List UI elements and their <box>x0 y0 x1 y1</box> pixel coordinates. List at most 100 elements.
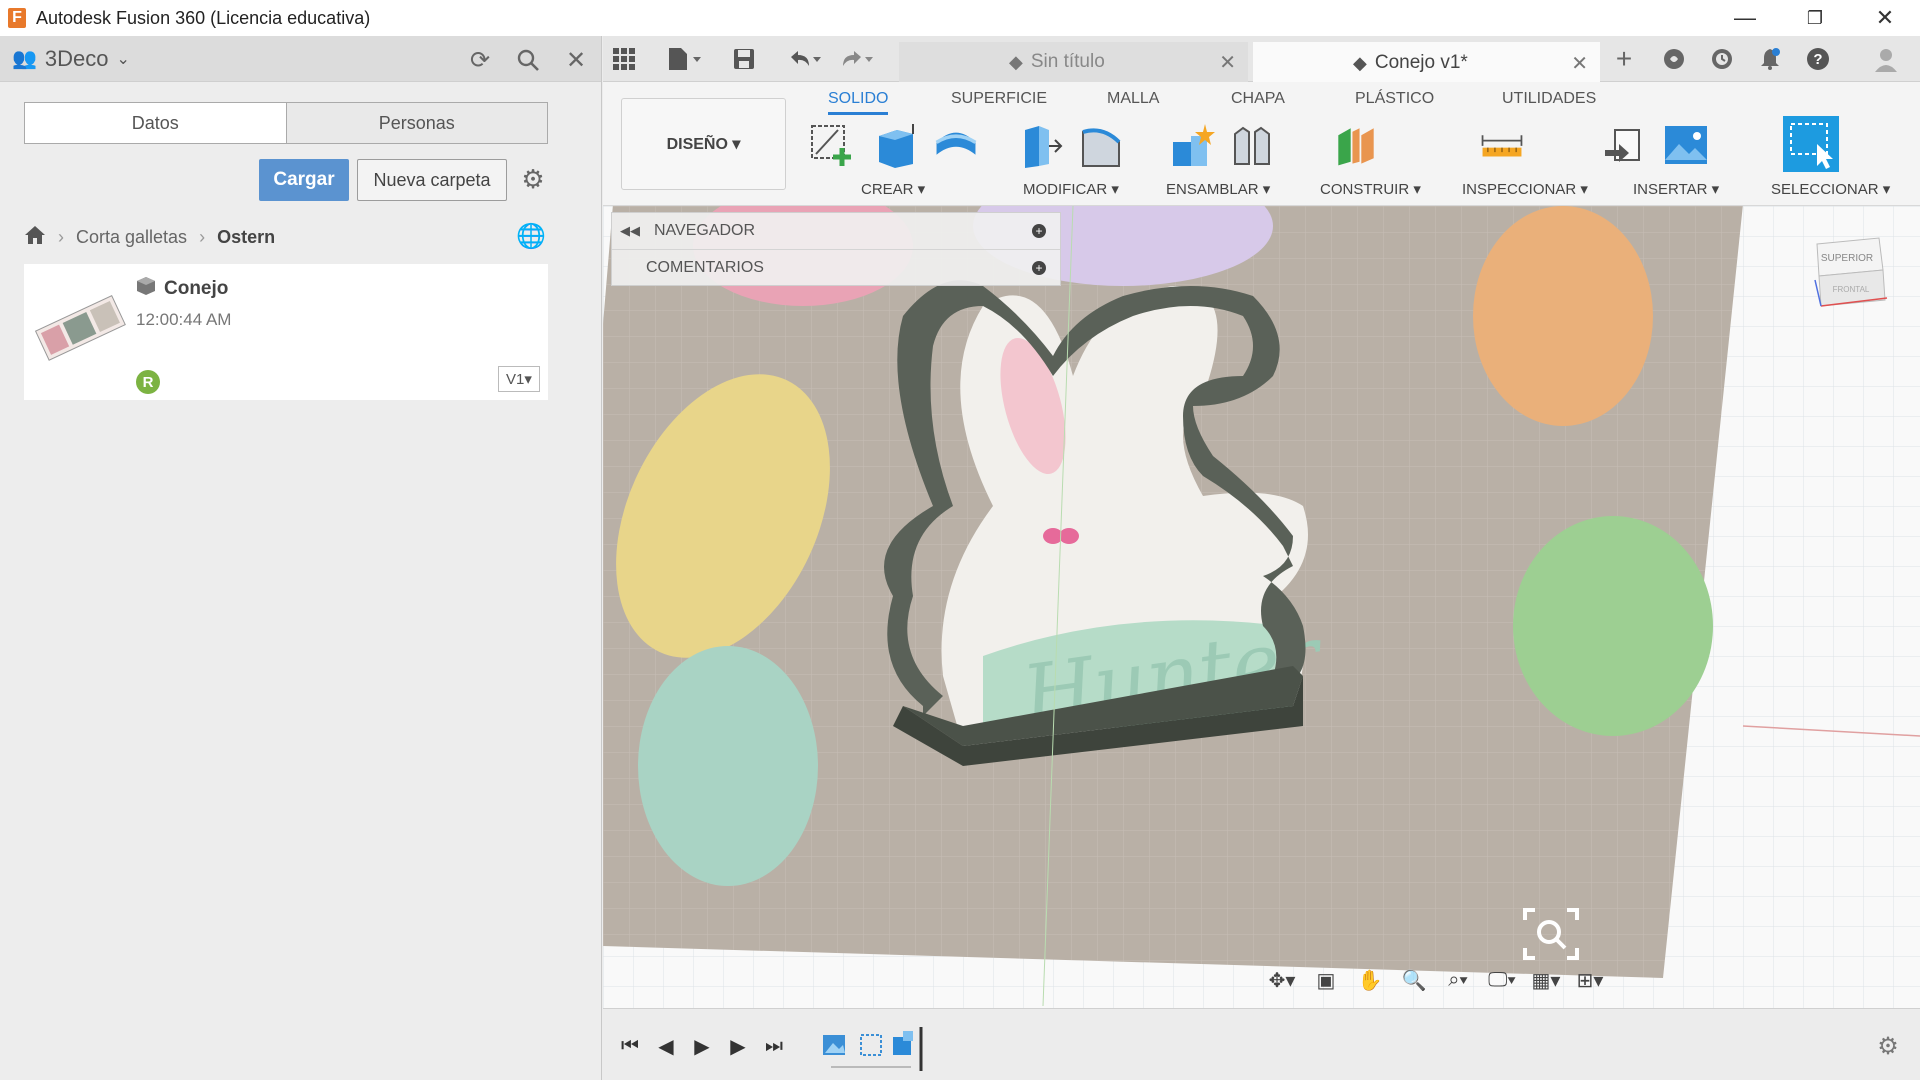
file-menu-icon[interactable] <box>663 44 707 74</box>
new-tab-icon[interactable]: + <box>1609 43 1639 74</box>
tab-utilidades[interactable]: UTILIDADES <box>1502 90 1596 108</box>
gear-icon[interactable]: ⚙ <box>1873 1031 1903 1061</box>
tab-datos[interactable]: Datos <box>25 103 286 143</box>
press-pull-icon[interactable] <box>1019 120 1065 170</box>
tab-label: Sin título <box>1030 51 1105 72</box>
new-component-icon[interactable] <box>1169 120 1215 170</box>
job-status-icon[interactable] <box>1707 44 1737 74</box>
grid-settings-icon[interactable]: ▦▾ <box>1527 965 1565 995</box>
close-tab-icon[interactable]: ✕ <box>1571 51 1588 76</box>
insert-derive-icon[interactable] <box>1603 120 1649 170</box>
tab-chapa[interactable]: CHAPA <box>1231 90 1285 108</box>
tab-conejo-v1[interactable]: ◆ Conejo v1* ✕ <box>1253 42 1600 82</box>
3d-viewport[interactable]: Hunter ◀◀ NAVEGADOR + COMENTARIOS + SUPE… <box>603 206 1920 1008</box>
gear-icon[interactable]: ⚙ <box>516 162 550 196</box>
canvas-image-icon[interactable] <box>1663 120 1709 170</box>
document-bar: ◆ Sin título ✕ ◆ Conejo v1* ✕ + ? <box>603 36 1920 82</box>
data-panel: 👥 3Deco ⌄ ⟳ ✕ Datos Personas Cargar Nuev… <box>0 36 602 1080</box>
breadcrumb-item-ostern[interactable]: Ostern <box>217 227 275 248</box>
canvas-scene: Hunter <box>603 206 1920 1008</box>
tab-plastico[interactable]: PLÁSTICO <box>1355 90 1434 108</box>
group-insertar[interactable]: INSERTAR ▾ <box>1633 180 1719 198</box>
tab-personas[interactable]: Personas <box>285 103 547 143</box>
orbit-icon[interactable]: ✥▾ <box>1263 965 1301 995</box>
team-selector[interactable]: 👥 3Deco ⌄ <box>12 46 130 72</box>
zoom-icon[interactable]: 🔍 <box>1395 965 1433 995</box>
tab-solido[interactable]: SOLIDO <box>828 90 889 115</box>
help-icon[interactable]: ? <box>1803 44 1833 74</box>
navigation-bar: ✥▾ ▣ ✋ 🔍 ⌕▾ 🖵▾ ▦▾ ⊞▾ <box>1263 962 1619 998</box>
group-ensamblar[interactable]: ENSAMBLAR ▾ <box>1166 180 1270 198</box>
file-name[interactable]: Conejo <box>136 276 228 302</box>
close-tab-icon[interactable]: ✕ <box>1219 50 1236 75</box>
minimize-button[interactable]: — <box>1710 0 1780 36</box>
tab-label: Conejo v1* <box>1374 52 1468 73</box>
group-crear[interactable]: CREAR ▾ <box>861 180 925 198</box>
close-window-button[interactable]: ✕ <box>1850 0 1920 36</box>
title-bar: F Autodesk Fusion 360 (Licencia educativ… <box>0 0 1920 36</box>
undo-icon[interactable] <box>783 44 827 74</box>
browser-row-label: NAVEGADOR <box>654 222 756 239</box>
create-sketch-icon[interactable] <box>808 120 854 170</box>
extrude-icon[interactable] <box>873 120 919 170</box>
offset-plane-icon[interactable] <box>1333 120 1379 170</box>
select-icon[interactable] <box>1783 116 1839 172</box>
play-icon[interactable]: ▶ <box>687 1031 717 1061</box>
timeline-bar: ⏮ ◀ ▶ ▶ ⏭ ⚙ <box>603 1008 1920 1080</box>
file-card[interactable]: Conejo 12:00:44 AM R V1▾ <box>24 264 548 400</box>
version-dropdown[interactable]: V1▾ <box>498 366 540 392</box>
refresh-icon[interactable]: ⟳ <box>464 44 496 76</box>
cube-icon: ◆ <box>1009 51 1023 72</box>
home-icon[interactable] <box>24 225 46 250</box>
tab-malla[interactable]: MALLA <box>1107 90 1159 108</box>
breadcrumb-item-corta-galletas[interactable]: Corta galletas <box>76 227 187 248</box>
display-settings-icon[interactable]: 🖵▾ <box>1483 965 1521 995</box>
collapse-left-icon[interactable]: ◀◀ <box>620 223 640 239</box>
redo-icon[interactable] <box>835 44 879 74</box>
add-icon[interactable]: + <box>1032 260 1046 275</box>
cube-icon <box>136 276 156 302</box>
viewports-icon[interactable]: ⊞▾ <box>1571 965 1609 995</box>
step-back-icon[interactable]: ◀ <box>651 1031 681 1061</box>
svg-text:?: ? <box>1813 51 1822 68</box>
upload-button[interactable]: Cargar <box>259 159 349 201</box>
save-icon[interactable] <box>729 44 759 74</box>
viewcube[interactable]: SUPERIOR FRONTAL <box>1803 236 1895 316</box>
browser-row-navegador[interactable]: ◀◀ NAVEGADOR + <box>612 213 1060 249</box>
add-icon[interactable]: + <box>1032 224 1046 238</box>
fusion-app-icon: F <box>8 8 26 28</box>
search-icon[interactable] <box>512 44 544 76</box>
breadcrumb: › Corta galletas › Ostern <box>24 222 275 252</box>
revolve-icon[interactable] <box>933 120 979 170</box>
data-panel-tabs: Datos Personas <box>24 102 548 144</box>
workspace-switcher[interactable]: DISEÑO ▾ <box>621 98 786 190</box>
measure-icon[interactable] <box>1479 120 1525 170</box>
go-to-end-icon[interactable]: ⏭ <box>759 1031 789 1061</box>
pan-hand-icon[interactable]: ✋ <box>1351 965 1389 995</box>
group-seleccionar[interactable]: SELECCIONAR ▾ <box>1771 180 1890 198</box>
go-to-start-icon[interactable]: ⏮ <box>615 1031 645 1061</box>
extensions-icon[interactable] <box>1659 44 1689 74</box>
close-panel-icon[interactable]: ✕ <box>560 44 592 76</box>
fillet-icon[interactable] <box>1079 120 1125 170</box>
restore-button[interactable]: ❐ <box>1780 0 1850 36</box>
group-construir[interactable]: CONSTRUIR ▾ <box>1320 180 1421 198</box>
timeline-features[interactable] <box>821 1027 931 1073</box>
fit-icon[interactable]: ⌕▾ <box>1439 965 1477 995</box>
notifications-bell-icon[interactable] <box>1755 44 1785 74</box>
data-panel-header: 👥 3Deco ⌄ ⟳ ✕ <box>0 36 601 82</box>
group-inspeccionar[interactable]: INSPECCIONAR ▾ <box>1462 180 1588 198</box>
new-folder-button[interactable]: Nueva carpeta <box>357 159 507 201</box>
user-profile-icon[interactable] <box>1871 44 1901 74</box>
step-forward-icon[interactable]: ▶ <box>723 1031 753 1061</box>
look-at-icon[interactable]: ▣ <box>1307 965 1345 995</box>
zoom-window-icon[interactable] <box>1521 906 1581 962</box>
joint-icon[interactable] <box>1229 120 1275 170</box>
app-grid-icon[interactable] <box>609 44 639 74</box>
tab-superficie[interactable]: SUPERFICIE <box>951 90 1047 108</box>
tab-sin-titulo[interactable]: ◆ Sin título ✕ <box>899 42 1248 82</box>
team-name: 3Deco <box>44 45 109 71</box>
browser-row-comentarios[interactable]: COMENTARIOS + <box>612 249 1060 285</box>
globe-settings-icon[interactable]: 🌐 <box>516 222 546 251</box>
group-modificar[interactable]: MODIFICAR ▾ <box>1023 180 1119 198</box>
